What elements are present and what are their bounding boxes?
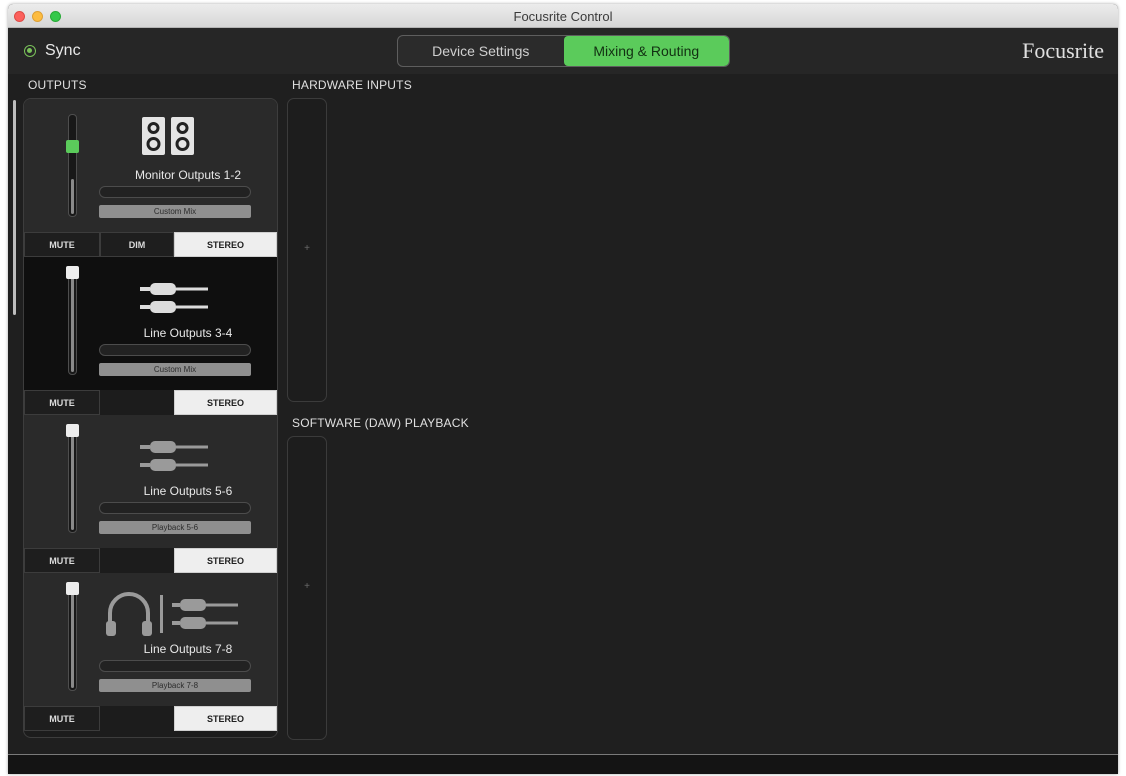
stereo-button[interactable]: STEREO [174, 390, 277, 415]
hardware-inputs-heading: HARDWARE INPUTS [292, 78, 412, 92]
output-fader[interactable] [68, 272, 77, 375]
mute-button[interactable]: MUTE [24, 706, 100, 731]
tab-mixing-routing[interactable]: Mixing & Routing [563, 36, 729, 66]
view-tabs: Device Settings Mixing & Routing [397, 35, 730, 67]
output-name: Line Outputs 5-6 [143, 484, 233, 498]
mix-source-select[interactable]: Playback 5-6 [99, 521, 251, 534]
output-level-meter [99, 660, 251, 672]
hardware-input-add-slot[interactable]: + [287, 98, 327, 402]
software-playback-add-slot[interactable]: + [287, 436, 327, 740]
add-icon: + [304, 581, 310, 592]
title-bar: Focusrite Control [8, 4, 1118, 28]
output-level-meter [99, 186, 251, 198]
stereo-button[interactable]: STEREO [174, 232, 277, 257]
mix-source-select[interactable]: Playback 7-8 [99, 679, 251, 692]
output-strip-line-3-4[interactable]: Line Outputs 3-4 Custom Mix MUTE STEREO [24, 257, 277, 415]
line-jacks-icon [140, 283, 208, 313]
line-jacks-icon [140, 441, 208, 471]
fader-knob[interactable] [66, 140, 79, 153]
mute-button[interactable]: MUTE [24, 232, 100, 257]
output-name: Line Outputs 7-8 [143, 642, 233, 656]
output-name: Line Outputs 3-4 [143, 326, 233, 340]
top-toolbar: Sync Device Settings Mixing & Routing Fo… [8, 28, 1118, 74]
fader-knob[interactable] [66, 582, 79, 595]
software-playback-heading: SOFTWARE (DAW) PLAYBACK [292, 416, 469, 430]
output-level-meter [99, 502, 251, 514]
output-fader[interactable] [68, 588, 77, 691]
output-strip-monitor-1-2[interactable]: Monitor Outputs 1-2 Custom Mix MUTE DIM … [24, 99, 277, 257]
headphones-line-icon [106, 592, 238, 636]
fader-knob[interactable] [66, 424, 79, 437]
mute-button[interactable]: MUTE [24, 390, 100, 415]
tab-device-settings[interactable]: Device Settings [398, 36, 564, 66]
status-bar [8, 754, 1118, 774]
app-window: Focusrite Control Sync Device Settings M… [8, 4, 1118, 774]
output-fader[interactable] [68, 430, 77, 533]
window-title: Focusrite Control [513, 9, 613, 24]
mix-source-select[interactable]: Custom Mix [99, 205, 251, 218]
fader-knob[interactable] [66, 266, 79, 279]
focusrite-logo: Focusrite [1022, 38, 1104, 63]
output-level-meter [99, 344, 251, 356]
output-name: Monitor Outputs 1-2 [134, 168, 242, 182]
add-icon: + [304, 243, 310, 254]
mix-source-select[interactable]: Custom Mix [99, 363, 251, 376]
stereo-button[interactable]: STEREO [174, 548, 277, 573]
outputs-panel: Monitor Outputs 1-2 Custom Mix MUTE DIM … [23, 98, 278, 738]
stereo-button[interactable]: STEREO [174, 706, 277, 731]
output-strip-line-5-6[interactable]: Line Outputs 5-6 Playback 5-6 MUTE STERE… [24, 415, 277, 573]
outputs-scrollbar[interactable] [13, 100, 16, 315]
outputs-heading: OUTPUTS [28, 78, 87, 92]
speakers-icon [142, 117, 194, 155]
dim-button[interactable]: DIM [100, 232, 174, 257]
sync-status: Sync [24, 42, 81, 60]
sync-label: Sync [45, 42, 81, 59]
output-strip-line-7-8[interactable]: Line Outputs 7-8 Playback 7-8 MUTE STERE… [24, 573, 277, 731]
sync-indicator-icon [24, 45, 36, 57]
output-fader[interactable] [68, 114, 77, 217]
mute-button[interactable]: MUTE [24, 548, 100, 573]
